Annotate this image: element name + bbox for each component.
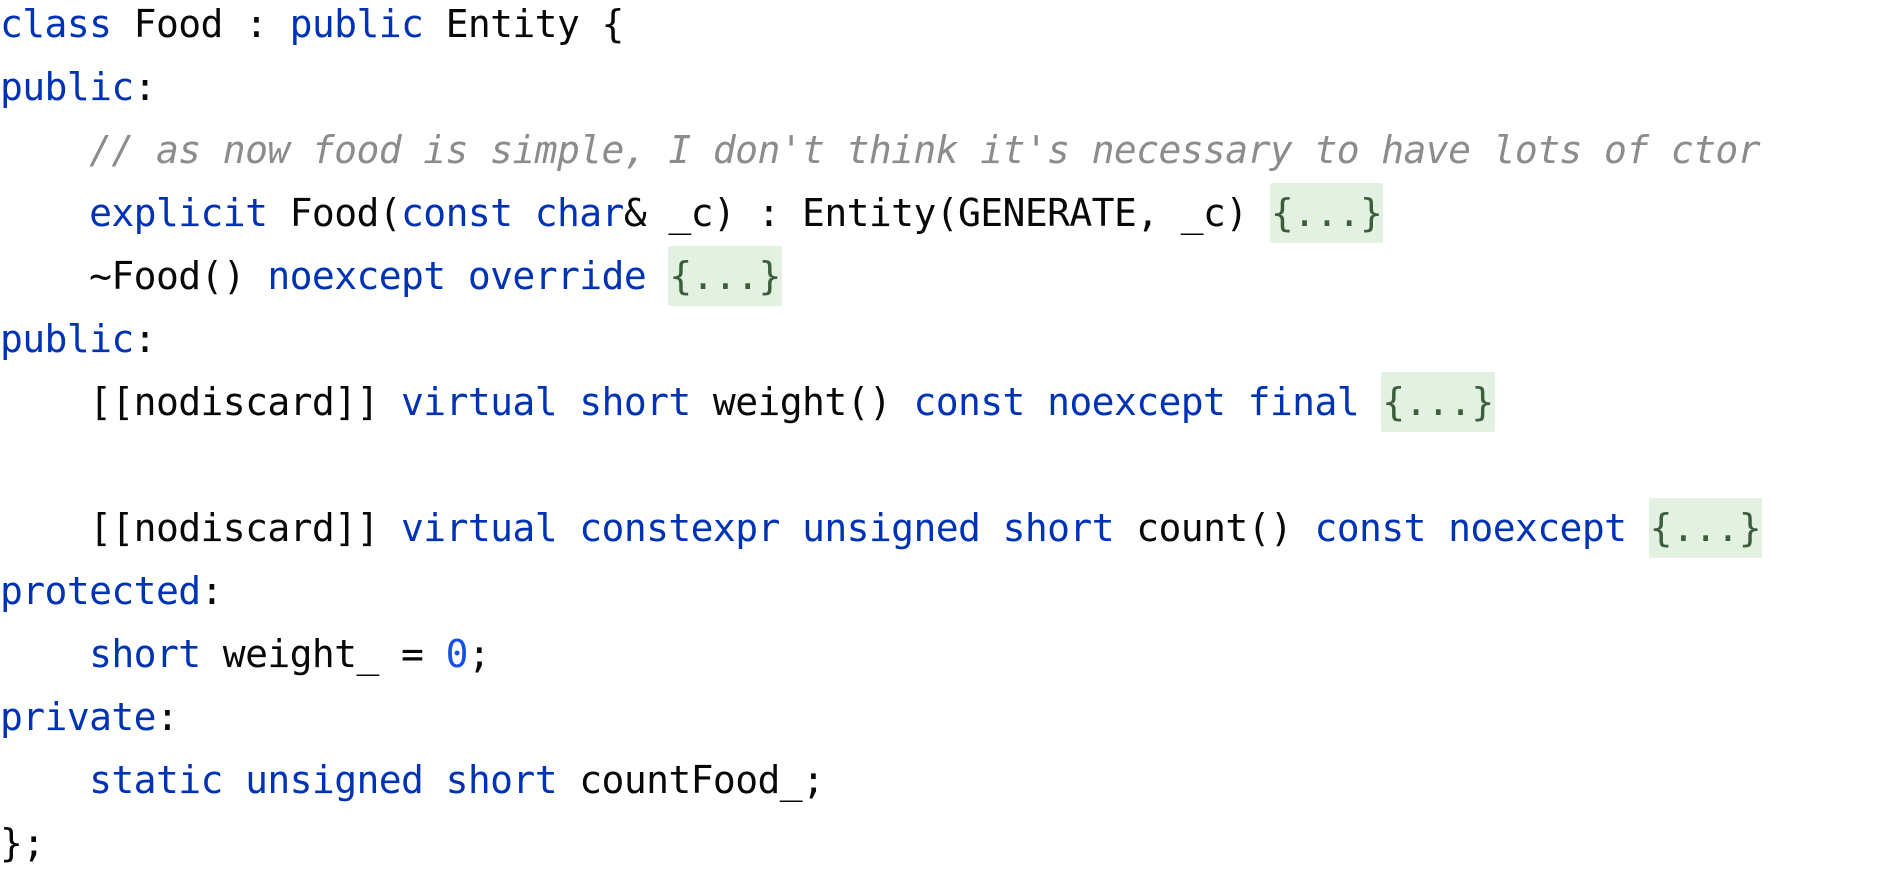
keyword-token: char <box>534 191 625 235</box>
keyword-token: override <box>467 254 647 298</box>
keyword-token: const <box>401 191 513 235</box>
code-line-field-weight[interactable]: short weight_ = 0; <box>0 629 491 692</box>
code-line-field-countfood[interactable]: static unsigned short countFood_; <box>0 755 825 818</box>
keyword-token: public <box>289 2 424 46</box>
keyword-token: final <box>1247 380 1360 424</box>
keyword-token: short <box>579 380 691 424</box>
keyword-token: public <box>0 65 134 109</box>
code-line-dtor[interactable]: ~Food() noexcept override {...} <box>0 246 782 314</box>
code-token: }; <box>0 821 45 865</box>
code-token: : <box>200 569 224 613</box>
keyword-token: noexcept <box>1047 380 1226 424</box>
keyword-token: short <box>445 758 558 802</box>
keyword-token: unsigned <box>802 506 981 550</box>
comment-token: // as now food is simple, I don't think … <box>89 128 1760 172</box>
keyword-token: explicit <box>89 191 268 235</box>
code-token: [[nodiscard]] <box>89 506 402 550</box>
folded-code-block[interactable]: {...} <box>668 246 782 306</box>
code-line-method-weight[interactable]: [[nodiscard]] virtual short weight() con… <box>0 372 1495 440</box>
code-line-class-decl[interactable]: class Food : public Entity { <box>0 0 624 62</box>
keyword-token: private <box>0 695 157 739</box>
code-token: Food : <box>111 2 290 46</box>
code-line-access-public-1[interactable]: public: <box>0 62 157 125</box>
keyword-token: unsigned <box>245 758 424 802</box>
code-token: : <box>155 695 179 739</box>
keyword-token: virtual <box>401 506 558 550</box>
code-line-access-protected[interactable]: protected: <box>0 566 223 629</box>
folded-code-block[interactable]: {...} <box>1269 183 1384 243</box>
keyword-token: const <box>1314 506 1426 550</box>
keyword-token: constexpr <box>579 506 780 550</box>
code-token: weight() <box>690 380 914 424</box>
number-token: 0 <box>445 632 469 676</box>
folded-code-block[interactable]: {...} <box>1648 498 1763 558</box>
keyword-token: virtual <box>401 380 558 424</box>
keyword-token: noexcept <box>1448 506 1627 550</box>
keyword-token: const <box>913 380 1025 424</box>
code-token: Entity { <box>423 2 625 46</box>
keyword-token: noexcept <box>267 254 446 298</box>
code-token: : <box>133 65 157 109</box>
code-token: & _c) : Entity(GENERATE, _c) <box>623 191 1270 235</box>
code-line-comment[interactable]: // as now food is simple, I don't think … <box>0 125 1760 188</box>
code-line-method-count[interactable]: [[nodiscard]] virtual constexpr unsigned… <box>0 498 1763 566</box>
code-token: weight_ = <box>200 632 446 676</box>
code-token: ~Food() <box>89 254 268 298</box>
code-token: count() <box>1113 506 1315 550</box>
keyword-token: short <box>89 632 201 676</box>
code-token: [[nodiscard]] <box>89 380 402 424</box>
keyword-token: protected <box>0 569 201 613</box>
keyword-token: short <box>1002 506 1115 550</box>
code-token: ; <box>467 632 491 676</box>
folded-code-block[interactable]: {...} <box>1381 372 1495 432</box>
keyword-token: static <box>89 758 223 802</box>
code-editor[interactable]: class Food : public Entity {public: // a… <box>0 0 1883 878</box>
keyword-token: public <box>0 317 134 361</box>
code-line-ctor[interactable]: explicit Food(const char& _c) : Entity(G… <box>0 183 1384 251</box>
code-line-access-public-2[interactable]: public: <box>0 314 157 377</box>
code-line-access-private[interactable]: private: <box>0 692 179 755</box>
code-token: : <box>133 317 157 361</box>
code-token: countFood_; <box>556 758 825 802</box>
keyword-token: class <box>0 2 112 46</box>
code-token: Food( <box>267 191 402 235</box>
code-line-class-close[interactable]: }; <box>0 818 45 881</box>
